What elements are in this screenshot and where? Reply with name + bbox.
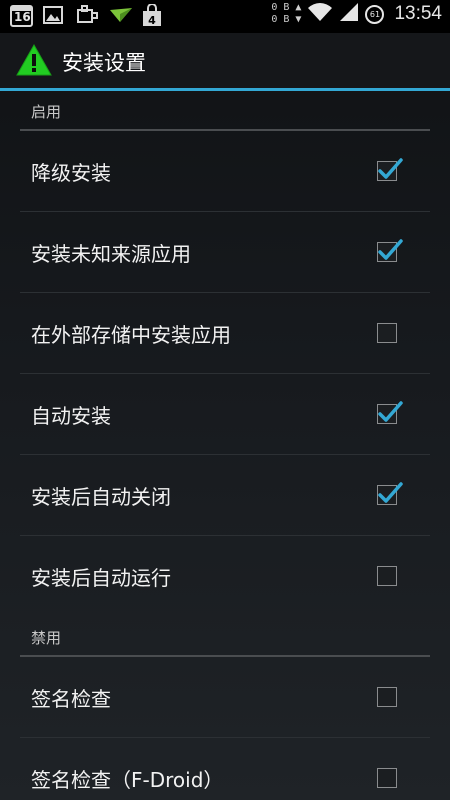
store-notification-icon: 4 xyxy=(141,3,165,28)
setting-row-auto-install[interactable]: 自动安装 xyxy=(20,374,430,455)
section-header-disabled: 禁用 xyxy=(20,627,430,657)
traffic-up: 0 B xyxy=(271,2,290,13)
checkbox[interactable] xyxy=(377,687,397,707)
calendar-day: 16 xyxy=(14,10,31,24)
system-icons: 0 B ▲ 0 B ▼ 61 13:54 xyxy=(271,2,442,26)
setting-row-external-storage[interactable]: 在外部存储中安装应用 xyxy=(20,293,430,374)
signal-icon xyxy=(339,2,359,26)
clock: 13:54 xyxy=(394,3,442,24)
checkmark-icon xyxy=(378,158,403,179)
setting-row-downgrade-install[interactable]: 降级安装 xyxy=(20,131,430,212)
checkbox[interactable] xyxy=(377,482,403,505)
setting-label: 安装后自动关闭 xyxy=(31,485,171,509)
store-badge: 4 xyxy=(148,14,156,27)
setting-label: 签名检查 xyxy=(31,687,111,711)
checkbox[interactable] xyxy=(377,239,403,262)
setting-row-signature-check-fdroid[interactable]: 签名检查（F-Droid） xyxy=(20,738,430,800)
notification-icons: 16 4 xyxy=(10,3,165,28)
checkbox[interactable] xyxy=(377,566,397,586)
setting-label: 在外部存储中安装应用 xyxy=(31,323,231,347)
setting-label: 安装后自动运行 xyxy=(31,566,171,590)
airdroid-icon xyxy=(108,4,132,28)
action-bar: 安装设置 xyxy=(0,33,450,91)
network-traffic: 0 B ▲ 0 B ▼ xyxy=(271,2,302,25)
traffic-down: 0 B xyxy=(271,14,290,25)
checkbox[interactable] xyxy=(377,768,397,788)
setting-label: 签名检查（F-Droid） xyxy=(31,768,224,792)
battery-level: 61 xyxy=(369,9,381,19)
setting-label: 自动安装 xyxy=(31,404,111,428)
page-title: 安装设置 xyxy=(62,51,146,75)
setting-row-auto-close[interactable]: 安装后自动关闭 xyxy=(20,455,430,536)
checkbox[interactable] xyxy=(377,158,403,181)
checkbox[interactable] xyxy=(377,323,397,343)
calendar-icon: 16 xyxy=(10,5,33,27)
setting-row-unknown-sources[interactable]: 安装未知来源应用 xyxy=(20,212,430,293)
image-icon xyxy=(42,4,66,28)
setting-row-auto-run[interactable]: 安装后自动运行 xyxy=(20,536,430,617)
setting-label: 降级安装 xyxy=(31,161,111,185)
setting-label: 安装未知来源应用 xyxy=(31,242,191,266)
checkmark-icon xyxy=(378,401,403,422)
plugin-icon xyxy=(75,4,99,28)
battery-icon: 61 xyxy=(365,4,385,24)
wifi-icon xyxy=(307,2,333,26)
checkmark-icon xyxy=(378,239,403,260)
setting-row-signature-check[interactable]: 签名检查 xyxy=(20,657,430,738)
warning-triangle-icon[interactable] xyxy=(16,43,52,77)
checkmark-icon xyxy=(378,482,403,503)
checkbox[interactable] xyxy=(377,401,403,424)
status-bar: 16 4 0 B ▲ 0 B ▼ 61 13:54 xyxy=(0,0,450,33)
section-header-enabled: 启用 xyxy=(20,101,430,131)
